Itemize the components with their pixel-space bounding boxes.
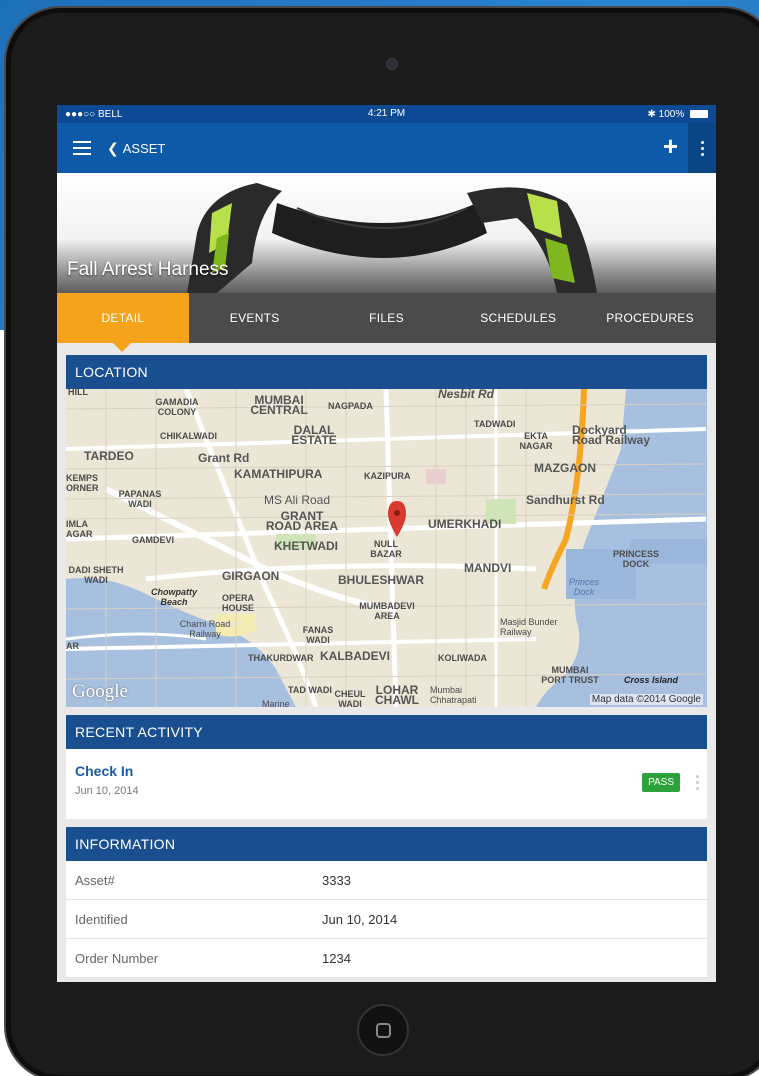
map-label: IMLA AGAR: [66, 519, 93, 539]
info-value: Jun 10, 2014: [322, 911, 398, 927]
vertical-dots-icon[interactable]: [696, 775, 699, 790]
map-label: MUMBADEVI AREA: [359, 601, 415, 621]
back-chevron-icon[interactable]: ❮: [107, 140, 119, 157]
location-map[interactable]: HILL GAMADIA COLONY MUMBAI CENTRAL NAGPA…: [66, 389, 707, 707]
recent-activity-header: RECENT ACTIVITY: [66, 715, 707, 749]
asset-hero: Fall Arrest Harness: [57, 173, 716, 293]
activity-title[interactable]: Check In: [75, 763, 698, 779]
location-card: LOCATION HILL GAMADIA COLONY MUMBAI CENT…: [66, 355, 707, 707]
map-label: PAPANAS WADI: [118, 489, 162, 509]
map-label: MANDVI: [464, 561, 512, 575]
map-label: KOLIWADA: [438, 653, 487, 663]
recent-activity-card: RECENT ACTIVITY Check In Jun 10, 2014 PA…: [66, 715, 707, 819]
map-label: KEMPS ORNER: [66, 473, 99, 493]
map-label: THAKURDWAR: [248, 653, 314, 663]
info-label: Asset#: [75, 872, 115, 888]
map-label: KHETWADI: [274, 539, 338, 553]
map-label: Marine: [262, 699, 290, 707]
map-label: Dockyard Road Railway: [572, 423, 651, 447]
information-card: INFORMATION Asset# 3333 Identified Jun 1…: [66, 827, 707, 978]
info-value: 1234: [322, 950, 351, 966]
map-label: Princes Dock: [568, 577, 599, 597]
app-bar: ❮ ASSET +: [57, 123, 716, 173]
map-attribution[interactable]: Map data ©2014 Google: [589, 694, 703, 705]
home-button[interactable]: [357, 1004, 409, 1056]
map-label: Mumbai Chhatrapati: [430, 685, 477, 705]
information-header: INFORMATION: [66, 827, 707, 861]
tab-procedures[interactable]: PROCEDURES: [584, 293, 716, 343]
map-label: MAZGAON: [534, 461, 596, 475]
map-label: Grant Rd: [198, 451, 250, 465]
map-label: BHULESHWAR: [338, 573, 424, 587]
map-label: NAGPADA: [328, 401, 373, 411]
tab-events[interactable]: EVENTS: [189, 293, 321, 343]
active-tab-pointer: [113, 343, 131, 352]
map-label: KAMATHIPURA: [234, 467, 323, 481]
info-label: Identified: [75, 911, 128, 927]
list-item[interactable]: Check In Jun 10, 2014 PASS: [66, 749, 707, 819]
map-label: TAD WADI: [288, 685, 332, 695]
hamburger-icon[interactable]: [73, 141, 91, 155]
map-label: Chowpatty Beach: [151, 587, 197, 607]
add-button[interactable]: +: [663, 133, 678, 159]
tab-bar: DETAIL EVENTS FILES SCHEDULES PROCEDURES: [57, 293, 716, 352]
map-label: PRINCESS DOCK: [612, 549, 659, 569]
map-label: CHEUL WADI: [334, 689, 366, 707]
map-label: FANAS WADI: [302, 625, 334, 645]
table-row: Asset# 3333: [66, 861, 707, 900]
info-value: 3333: [322, 872, 351, 888]
map-label: GRANT ROAD AREA: [265, 509, 339, 533]
activity-date: Jun 10, 2014: [75, 785, 139, 797]
map-label: TARDEO: [84, 449, 134, 463]
map-label: DALAL ESTATE: [291, 423, 337, 447]
tab-schedules[interactable]: SCHEDULES: [452, 293, 584, 343]
map-label: CHIKALWADI: [160, 431, 217, 441]
location-header: LOCATION: [66, 355, 707, 389]
status-time: 4:21 PM: [367, 108, 406, 119]
map-label: EKTA NAGAR: [519, 431, 553, 451]
map-label: MUMBAI PORT TRUST: [541, 665, 599, 685]
map-label: Sandhurst Rd: [526, 493, 605, 507]
map-label: Masjid Bunder Railway: [500, 617, 558, 637]
map-label: MUMBAI CENTRAL: [250, 393, 308, 417]
map-label: DADI SHETH WADI: [68, 565, 124, 585]
back-button[interactable]: ASSET: [123, 141, 166, 156]
status-badge: PASS: [642, 773, 680, 792]
status-bar: ●●●○○ BELL 4:21 PM ✱ 100%: [57, 105, 716, 123]
map-label: UMERKHADI: [428, 517, 502, 531]
map-label: Nesbit Rd: [438, 389, 495, 401]
vertical-dots-icon[interactable]: [688, 123, 716, 173]
map-label: Charni Road Railway: [179, 619, 231, 639]
tab-detail[interactable]: DETAIL: [57, 293, 189, 343]
app-screen: ●●●○○ BELL 4:21 PM ✱ 100% ❮ ASSET + Fall…: [57, 105, 716, 982]
asset-title: Fall Arrest Harness: [67, 259, 229, 280]
map-label: GIRGAON: [222, 569, 280, 583]
map-label: OPERA HOUSE: [222, 593, 255, 613]
map-label: HILL: [68, 389, 88, 397]
google-logo: Google: [72, 681, 128, 702]
camera-icon: [386, 58, 398, 70]
map-label: NULL BAZAR: [370, 539, 402, 559]
map-label: KAZIPURA: [364, 471, 411, 481]
map-label: AR: [66, 641, 79, 651]
table-row: Order Number 1234: [66, 939, 707, 978]
map-label: MS Ali Road: [264, 493, 331, 507]
map-label: GAMDEVI: [132, 535, 175, 545]
map-label: TADWADI: [474, 419, 516, 429]
map-label: KALBADEVI: [320, 649, 391, 663]
info-label: Order Number: [75, 950, 159, 966]
map-label: LOHAR CHAWL: [375, 683, 419, 707]
home-square-icon: [376, 1023, 391, 1038]
tab-files[interactable]: FILES: [321, 293, 453, 343]
map-label: GAMADIA COLONY: [155, 397, 199, 417]
table-row: Identified Jun 10, 2014: [66, 900, 707, 939]
map-label: Cross Island: [624, 675, 679, 685]
